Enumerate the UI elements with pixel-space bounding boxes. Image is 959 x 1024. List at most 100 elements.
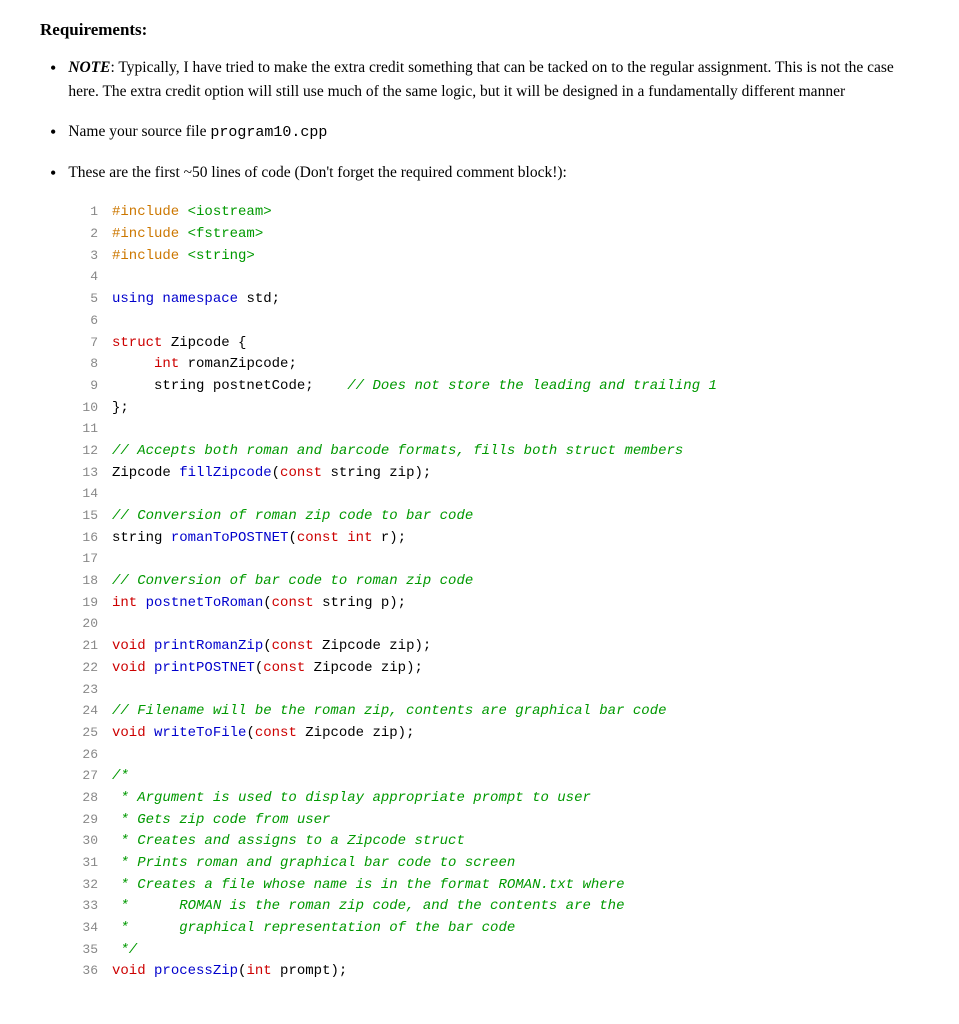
note-body: : Typically, I have tried to make the ex… xyxy=(68,59,894,100)
code-content-10: }; xyxy=(112,398,129,420)
line-num-14: 14 xyxy=(70,484,98,504)
code-content-32: * Creates a file whose name is in the fo… xyxy=(112,875,624,897)
code-content-13: Zipcode fillZipcode(const string zip); xyxy=(112,463,431,485)
code-content-35: */ xyxy=(112,940,137,962)
code-content-30: * Creates and assigns to a Zipcode struc… xyxy=(112,831,465,853)
line-num-12: 12 xyxy=(70,441,98,461)
code-content-23 xyxy=(112,680,120,702)
code-line-8: 8 int romanZipcode; xyxy=(70,354,919,376)
code-content-22: void printPOSTNET(const Zipcode zip); xyxy=(112,658,423,680)
line-num-27: 27 xyxy=(70,766,98,786)
line-num-29: 29 xyxy=(70,810,98,830)
code-line-16: 16 string romanToPOSTNET(const int r); xyxy=(70,528,919,550)
bullet-filename: Name your source file program10.cpp xyxy=(40,120,919,145)
line-num-20: 20 xyxy=(70,614,98,634)
code-line-19: 19 int postnetToRoman(const string p); xyxy=(70,593,919,615)
code-content-1: #include <iostream> xyxy=(112,202,272,224)
code-line-28: 28 * Argument is used to display appropr… xyxy=(70,788,919,810)
code-line-25: 25 void writeToFile(const Zipcode zip); xyxy=(70,723,919,745)
code-content-16: string romanToPOSTNET(const int r); xyxy=(112,528,406,550)
code-content-19: int postnetToRoman(const string p); xyxy=(112,593,406,615)
code-content-8: int romanZipcode; xyxy=(112,354,297,376)
code-line-11: 11 xyxy=(70,419,919,441)
code-content-28: * Argument is used to display appropriat… xyxy=(112,788,591,810)
code-line-15: 15 // Conversion of roman zip code to ba… xyxy=(70,506,919,528)
code-line-30: 30 * Creates and assigns to a Zipcode st… xyxy=(70,831,919,853)
code-line-34: 34 * graphical representation of the bar… xyxy=(70,918,919,940)
code-line-31: 31 * Prints roman and graphical bar code… xyxy=(70,853,919,875)
filename-text: Name your source file program10.cpp xyxy=(68,120,327,144)
code-line-33: 33 * ROMAN is the roman zip code, and th… xyxy=(70,896,919,918)
line-num-15: 15 xyxy=(70,506,98,526)
line-num-23: 23 xyxy=(70,680,98,700)
bullet-lines: These are the first ~50 lines of code (D… xyxy=(40,161,919,186)
bullet-note: NOTE: Typically, I have tried to make th… xyxy=(40,56,919,104)
line-num-32: 32 xyxy=(70,875,98,895)
code-content-34: * graphical representation of the bar co… xyxy=(112,918,515,940)
requirements-heading: Requirements: xyxy=(40,20,919,40)
code-block: 1 #include <iostream> 2 #include <fstrea… xyxy=(70,202,919,983)
code-line-4: 4 xyxy=(70,267,919,289)
code-content-36: void processZip(int prompt); xyxy=(112,961,347,983)
lines-label: These are the first ~50 lines of code (D… xyxy=(68,161,567,185)
filename-label: Name your source file xyxy=(68,123,210,140)
line-num-35: 35 xyxy=(70,940,98,960)
code-line-10: 10 }; xyxy=(70,398,919,420)
code-content-4 xyxy=(112,267,120,289)
code-content-7: struct Zipcode { xyxy=(112,333,246,355)
code-line-27: 27 /* xyxy=(70,766,919,788)
code-content-3: #include <string> xyxy=(112,246,255,268)
line-num-31: 31 xyxy=(70,853,98,873)
code-content-21: void printRomanZip(const Zipcode zip); xyxy=(112,636,431,658)
code-content-6 xyxy=(112,311,120,333)
code-line-14: 14 xyxy=(70,484,919,506)
code-content-5: using namespace std; xyxy=(112,289,280,311)
line-num-22: 22 xyxy=(70,658,98,678)
line-num-36: 36 xyxy=(70,961,98,981)
code-content-11 xyxy=(112,419,120,441)
line-num-11: 11 xyxy=(70,419,98,439)
line-num-2: 2 xyxy=(70,224,98,244)
code-content-29: * Gets zip code from user xyxy=(112,810,330,832)
line-num-19: 19 xyxy=(70,593,98,613)
code-line-21: 21 void printRomanZip(const Zipcode zip)… xyxy=(70,636,919,658)
code-line-7: 7 struct Zipcode { xyxy=(70,333,919,355)
line-num-6: 6 xyxy=(70,311,98,331)
code-line-23: 23 xyxy=(70,680,919,702)
code-content-18: // Conversion of bar code to roman zip c… xyxy=(112,571,473,593)
code-line-9: 9 string postnetCode; // Does not store … xyxy=(70,376,919,398)
line-num-5: 5 xyxy=(70,289,98,309)
code-line-2: 2 #include <fstream> xyxy=(70,224,919,246)
line-num-28: 28 xyxy=(70,788,98,808)
code-line-36: 36 void processZip(int prompt); xyxy=(70,961,919,983)
line-num-33: 33 xyxy=(70,896,98,916)
code-content-20 xyxy=(112,614,120,636)
line-num-25: 25 xyxy=(70,723,98,743)
code-content-25: void writeToFile(const Zipcode zip); xyxy=(112,723,414,745)
line-num-4: 4 xyxy=(70,267,98,287)
code-content-17 xyxy=(112,549,120,571)
line-num-16: 16 xyxy=(70,528,98,548)
code-content-27: /* xyxy=(112,766,129,788)
code-content-9: string postnetCode; // Does not store th… xyxy=(112,376,717,398)
line-num-17: 17 xyxy=(70,549,98,569)
code-content-15: // Conversion of roman zip code to bar c… xyxy=(112,506,473,528)
line-num-13: 13 xyxy=(70,463,98,483)
code-line-35: 35 */ xyxy=(70,940,919,962)
code-line-13: 13 Zipcode fillZipcode(const string zip)… xyxy=(70,463,919,485)
line-num-21: 21 xyxy=(70,636,98,656)
code-content-24: // Filename will be the roman zip, conte… xyxy=(112,701,667,723)
code-line-24: 24 // Filename will be the roman zip, co… xyxy=(70,701,919,723)
line-num-18: 18 xyxy=(70,571,98,591)
line-num-26: 26 xyxy=(70,745,98,765)
line-num-1: 1 xyxy=(70,202,98,222)
code-line-20: 20 xyxy=(70,614,919,636)
code-content-31: * Prints roman and graphical bar code to… xyxy=(112,853,515,875)
code-line-5: 5 using namespace std; xyxy=(70,289,919,311)
code-line-17: 17 xyxy=(70,549,919,571)
code-line-12: 12 // Accepts both roman and barcode for… xyxy=(70,441,919,463)
code-line-18: 18 // Conversion of bar code to roman zi… xyxy=(70,571,919,593)
line-num-10: 10 xyxy=(70,398,98,418)
line-num-34: 34 xyxy=(70,918,98,938)
filename-code: program10.cpp xyxy=(210,124,327,141)
